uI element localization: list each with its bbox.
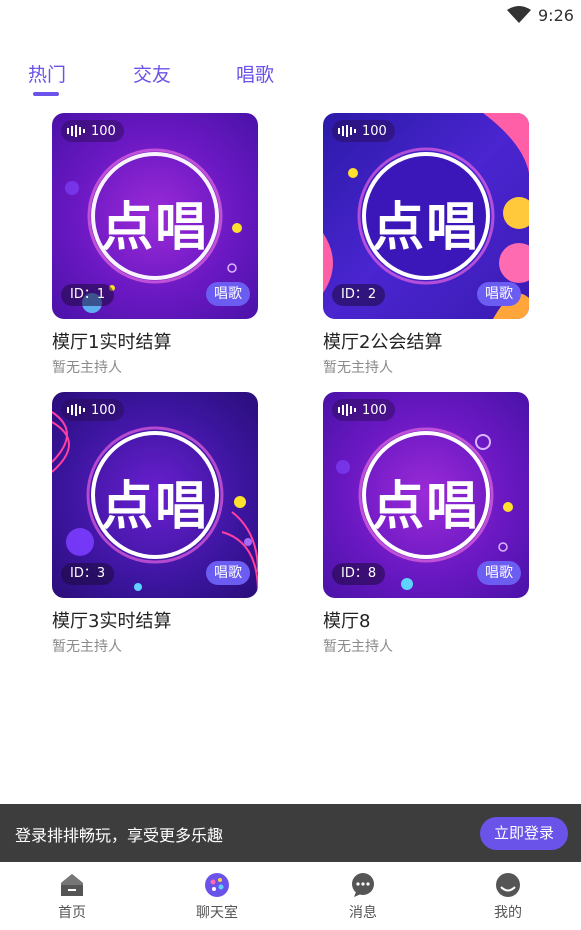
room-host: 暂无主持人	[52, 360, 122, 376]
room-cover[interactable]: 100 点唱 ID：3 唱歌	[52, 392, 258, 598]
nav-label-chatroom: 聊天室	[196, 905, 238, 921]
profile-icon	[496, 873, 520, 897]
nav-label-profile: 我的	[494, 905, 522, 921]
cover-title: 点唱	[100, 198, 209, 258]
nav-item-home[interactable]: 首页	[27, 872, 117, 922]
login-banner: 登录排排畅玩，享受更多乐趣 立即登录	[0, 804, 581, 862]
home-icon	[61, 874, 83, 896]
room-card[interactable]: 100 点唱 ID：3 唱歌 模厅3实时结算 暂无主持人	[52, 392, 258, 656]
room-host: 暂无主持人	[323, 360, 393, 376]
nav-label-home: 首页	[58, 905, 86, 921]
chatroom-icon	[205, 873, 229, 897]
tab-indicator	[33, 92, 59, 96]
room-id: ID：8	[332, 563, 386, 585]
status-time: 9:26	[538, 6, 574, 25]
wifi-icon	[507, 6, 531, 23]
room-host: 暂无主持人	[323, 639, 393, 655]
tab-hot[interactable]: 热门	[28, 60, 66, 87]
category-tabs: 热门 交友 唱歌	[0, 56, 581, 102]
cover-title: 点唱	[371, 477, 480, 537]
room-title[interactable]: 模厅1实时结算	[52, 328, 258, 354]
message-icon	[352, 873, 374, 897]
room-cover[interactable]: 100 点唱 ID：8 唱歌	[323, 392, 529, 598]
listener-count-value: 100	[91, 402, 116, 418]
room-title[interactable]: 模厅8	[323, 607, 529, 633]
room-tag: 唱歌	[477, 282, 521, 306]
listener-count-value: 100	[362, 123, 387, 139]
bottom-nav: 首页 聊天室 消息 我的	[0, 862, 581, 930]
room-card[interactable]: 100 点唱 ID：2 唱歌 模厅2公会结算 暂无主持人	[323, 113, 529, 377]
cover-title: 点唱	[371, 198, 480, 258]
room-cover[interactable]: 100 点唱 ID：1 唱歌	[52, 113, 258, 319]
room-cover[interactable]: 100 点唱 ID：2 唱歌	[323, 113, 529, 319]
room-card[interactable]: 100 点唱 ID：1 唱歌 模厅1实时结算 暂无主持人	[52, 113, 258, 377]
listener-count: 100	[61, 399, 124, 421]
listener-count: 100	[332, 120, 395, 142]
listener-count: 100	[61, 120, 124, 142]
room-id: ID：3	[61, 563, 115, 585]
nav-label-messages: 消息	[349, 905, 377, 921]
listener-count-value: 100	[362, 402, 387, 418]
sound-wave-icon	[338, 125, 356, 137]
cover-title: 点唱	[100, 477, 209, 537]
login-banner-message: 登录排排畅玩，享受更多乐趣	[15, 826, 224, 845]
listener-count: 100	[332, 399, 395, 421]
room-tag: 唱歌	[206, 282, 250, 306]
listener-count-value: 100	[91, 123, 116, 139]
room-id: ID：1	[61, 284, 115, 306]
tab-singing[interactable]: 唱歌	[236, 60, 274, 87]
room-tag: 唱歌	[477, 561, 521, 585]
tab-friends[interactable]: 交友	[133, 60, 171, 87]
nav-item-chatroom[interactable]: 聊天室	[172, 872, 262, 922]
status-bar: 9:26	[0, 0, 581, 32]
login-button[interactable]: 立即登录	[480, 817, 568, 850]
sound-wave-icon	[67, 404, 85, 416]
room-tag: 唱歌	[206, 561, 250, 585]
nav-item-messages[interactable]: 消息	[318, 872, 408, 922]
sound-wave-icon	[338, 404, 356, 416]
nav-item-profile[interactable]: 我的	[463, 872, 553, 922]
room-host: 暂无主持人	[52, 639, 122, 655]
room-id: ID：2	[332, 284, 386, 306]
sound-wave-icon	[67, 125, 85, 137]
room-title[interactable]: 模厅2公会结算	[323, 328, 529, 354]
room-title[interactable]: 模厅3实时结算	[52, 607, 258, 633]
room-card[interactable]: 100 点唱 ID：8 唱歌 模厅8 暂无主持人	[323, 392, 529, 656]
